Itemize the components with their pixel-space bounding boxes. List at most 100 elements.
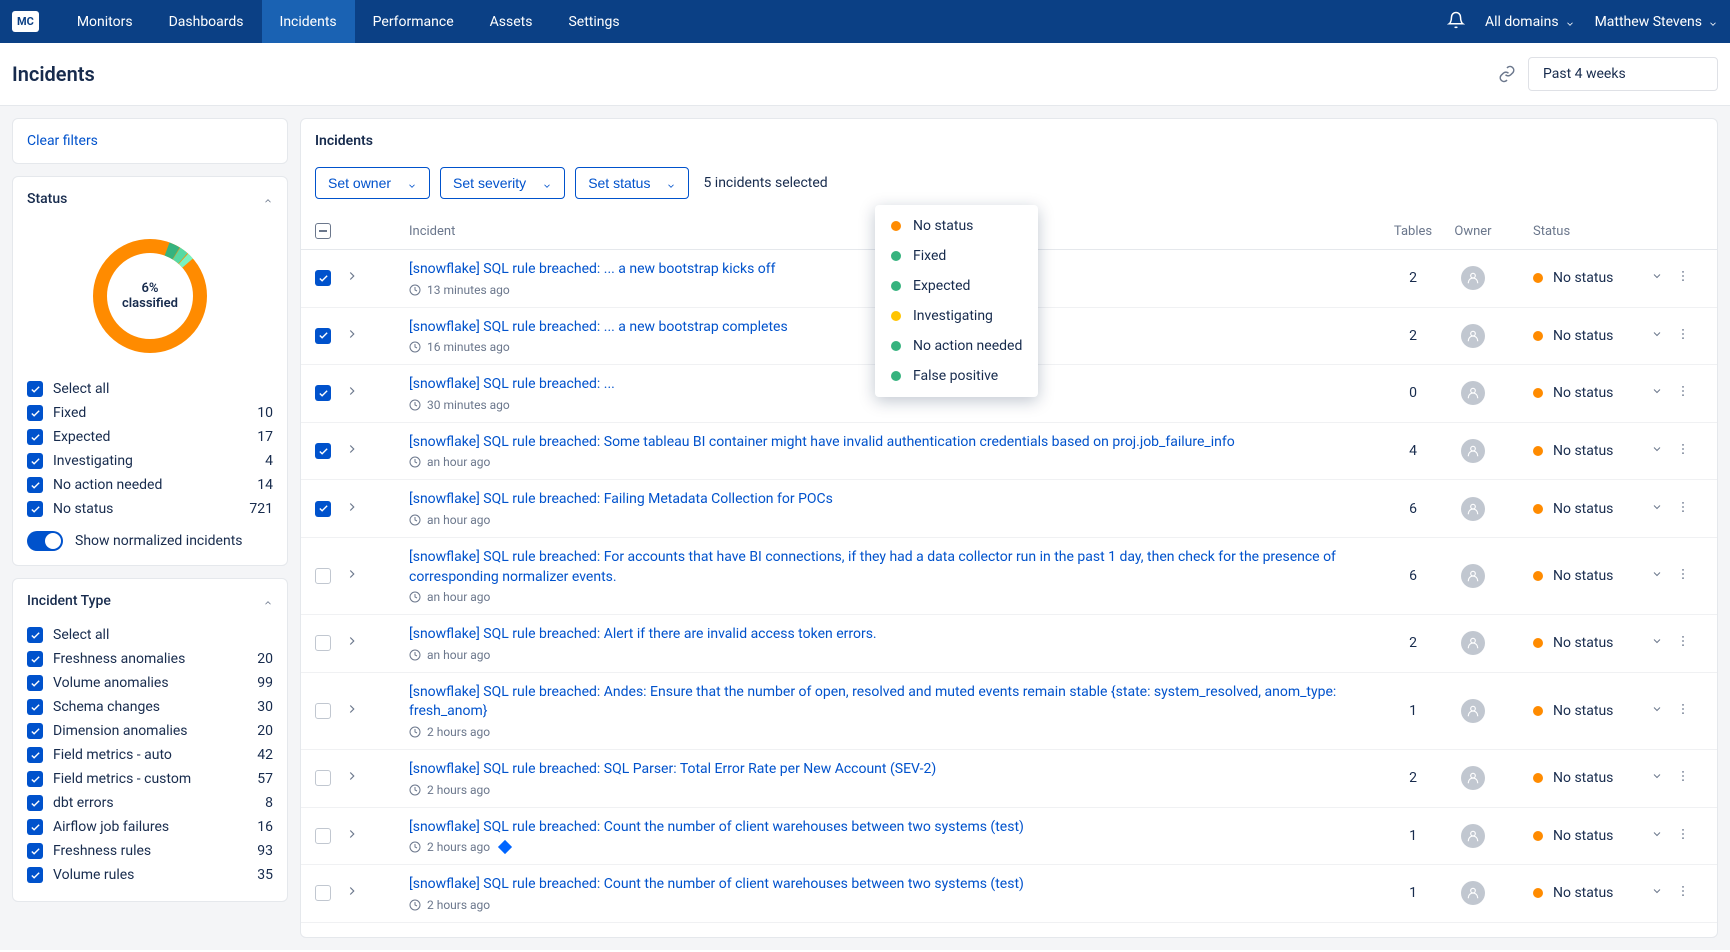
owner-avatar[interactable] xyxy=(1461,381,1485,405)
domain-selector[interactable]: All domains xyxy=(1485,14,1575,30)
more-icon[interactable] xyxy=(1676,829,1690,845)
checkbox-icon[interactable] xyxy=(27,675,43,691)
date-range-selector[interactable]: Past 4 weeks xyxy=(1528,57,1718,91)
checkbox-icon[interactable] xyxy=(27,819,43,835)
checkbox-icon[interactable] xyxy=(27,795,43,811)
incident-title[interactable]: [snowflake] SQL rule breached: For accou… xyxy=(409,548,1383,587)
owner-avatar[interactable] xyxy=(1461,824,1485,848)
chevron-down-icon[interactable] xyxy=(1651,828,1663,844)
row-checkbox[interactable] xyxy=(315,385,331,401)
row-checkbox[interactable] xyxy=(315,770,331,786)
incident-title[interactable]: [snowflake] SQL rule breached: Alert if … xyxy=(409,625,1383,645)
filter-row[interactable]: Field metrics - auto42 xyxy=(27,743,273,767)
filter-row[interactable]: dbt errors8 xyxy=(27,791,273,815)
chevron-down-icon[interactable] xyxy=(1651,501,1663,517)
filter-row[interactable]: Fixed10 xyxy=(27,401,273,425)
normalized-toggle[interactable] xyxy=(27,531,63,551)
chevron-down-icon[interactable] xyxy=(1651,568,1663,584)
expand-chevron-icon[interactable] xyxy=(345,704,359,720)
row-checkbox[interactable] xyxy=(315,568,331,584)
owner-avatar[interactable] xyxy=(1461,881,1485,905)
type-card-header[interactable]: Incident Type xyxy=(13,579,287,623)
chevron-down-icon[interactable] xyxy=(1651,770,1663,786)
row-checkbox[interactable] xyxy=(315,328,331,344)
incident-title[interactable]: [snowflake] SQL rule breached: Failing M… xyxy=(409,490,1383,510)
user-menu[interactable]: Matthew Stevens xyxy=(1595,14,1718,30)
checkbox-icon[interactable] xyxy=(27,843,43,859)
checkbox-icon[interactable] xyxy=(27,747,43,763)
chevron-down-icon[interactable] xyxy=(1651,270,1663,286)
expand-chevron-icon[interactable] xyxy=(345,271,359,287)
more-icon[interactable] xyxy=(1676,771,1690,787)
dropdown-item[interactable]: Fixed xyxy=(875,241,1038,271)
filter-select-all[interactable]: Select all xyxy=(27,377,273,401)
nav-item-assets[interactable]: Assets xyxy=(472,0,551,43)
chevron-down-icon[interactable] xyxy=(1651,635,1663,651)
incident-title[interactable]: [snowflake] SQL rule breached: Count the… xyxy=(409,875,1383,895)
row-checkbox[interactable] xyxy=(315,501,331,517)
filter-row[interactable]: Volume anomalies99 xyxy=(27,671,273,695)
nav-item-dashboards[interactable]: Dashboards xyxy=(151,0,262,43)
incident-title[interactable]: [snowflake] SQL rule breached: Count the… xyxy=(409,818,1383,838)
logo[interactable]: MC xyxy=(12,11,39,32)
nav-item-monitors[interactable]: Monitors xyxy=(59,0,151,43)
incident-title[interactable]: [snowflake] SQL rule breached: SQL Parse… xyxy=(409,760,1383,780)
filter-select-all[interactable]: Select all xyxy=(27,623,273,647)
owner-avatar[interactable] xyxy=(1461,631,1485,655)
checkbox-icon[interactable] xyxy=(27,477,43,493)
more-icon[interactable] xyxy=(1676,886,1690,902)
filter-row[interactable]: No action needed14 xyxy=(27,473,273,497)
set-severity-button[interactable]: Set severity xyxy=(440,167,565,199)
row-checkbox[interactable] xyxy=(315,635,331,651)
filter-row[interactable]: Freshness rules93 xyxy=(27,839,273,863)
checkbox-icon[interactable] xyxy=(27,627,43,643)
checkbox-icon[interactable] xyxy=(27,651,43,667)
row-checkbox[interactable] xyxy=(315,885,331,901)
filter-row[interactable]: Dimension anomalies20 xyxy=(27,719,273,743)
set-status-button[interactable]: Set status xyxy=(575,167,689,199)
nav-item-performance[interactable]: Performance xyxy=(355,0,472,43)
checkbox-icon[interactable] xyxy=(27,405,43,421)
checkbox-icon[interactable] xyxy=(27,771,43,787)
expand-chevron-icon[interactable] xyxy=(345,569,359,585)
dropdown-item[interactable]: Expected xyxy=(875,271,1038,301)
chevron-down-icon[interactable] xyxy=(1651,328,1663,344)
expand-chevron-icon[interactable] xyxy=(345,886,359,902)
row-checkbox[interactable] xyxy=(315,828,331,844)
row-checkbox[interactable] xyxy=(315,270,331,286)
row-checkbox[interactable] xyxy=(315,703,331,719)
filter-row[interactable]: Freshness anomalies20 xyxy=(27,647,273,671)
owner-avatar[interactable] xyxy=(1461,324,1485,348)
expand-chevron-icon[interactable] xyxy=(345,444,359,460)
filter-row[interactable]: Expected17 xyxy=(27,425,273,449)
owner-avatar[interactable] xyxy=(1461,497,1485,521)
bell-icon[interactable] xyxy=(1447,11,1465,33)
checkbox-icon[interactable] xyxy=(27,453,43,469)
filter-row[interactable]: No status721 xyxy=(27,497,273,521)
expand-chevron-icon[interactable] xyxy=(345,329,359,345)
dropdown-item[interactable]: False positive xyxy=(875,361,1038,391)
owner-avatar[interactable] xyxy=(1461,564,1485,588)
set-owner-button[interactable]: Set owner xyxy=(315,167,430,199)
more-icon[interactable] xyxy=(1676,636,1690,652)
link-icon[interactable] xyxy=(1498,65,1516,83)
filter-row[interactable]: Airflow job failures16 xyxy=(27,815,273,839)
more-icon[interactable] xyxy=(1676,444,1690,460)
row-checkbox[interactable] xyxy=(315,443,331,459)
checkbox-icon[interactable] xyxy=(27,867,43,883)
dropdown-item[interactable]: No action needed xyxy=(875,331,1038,361)
owner-avatar[interactable] xyxy=(1461,766,1485,790)
filter-row[interactable]: Field metrics - custom57 xyxy=(27,767,273,791)
more-icon[interactable] xyxy=(1676,502,1690,518)
checkbox-icon[interactable] xyxy=(27,381,43,397)
more-icon[interactable] xyxy=(1676,329,1690,345)
expand-chevron-icon[interactable] xyxy=(345,771,359,787)
nav-item-incidents[interactable]: Incidents xyxy=(262,0,355,43)
chevron-down-icon[interactable] xyxy=(1651,443,1663,459)
nav-item-settings[interactable]: Settings xyxy=(550,0,637,43)
status-card-header[interactable]: Status xyxy=(13,177,287,221)
more-icon[interactable] xyxy=(1676,386,1690,402)
checkbox-icon[interactable] xyxy=(27,429,43,445)
expand-chevron-icon[interactable] xyxy=(345,829,359,845)
expand-chevron-icon[interactable] xyxy=(345,386,359,402)
